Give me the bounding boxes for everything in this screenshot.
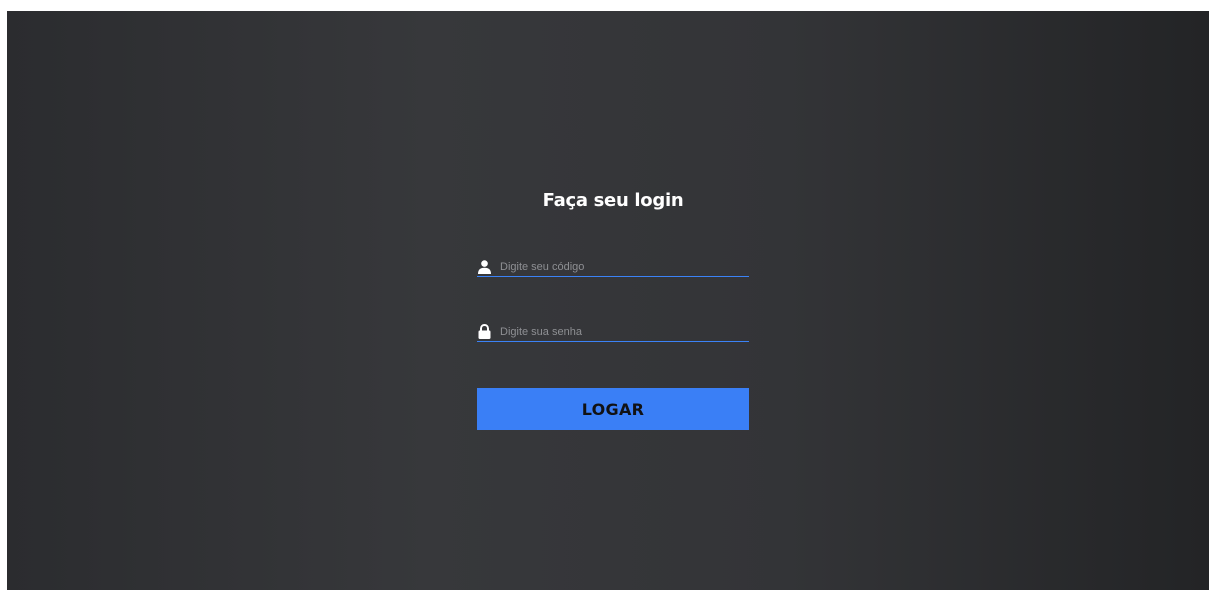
password-input[interactable] (500, 324, 749, 341)
code-field[interactable] (477, 256, 749, 277)
login-button[interactable]: LOGAR (477, 388, 749, 430)
login-page: Faça seu login LOGAR (7, 11, 1209, 590)
password-field[interactable] (477, 321, 749, 342)
page-title: Faça seu login (542, 190, 684, 211)
code-input[interactable] (500, 259, 749, 276)
lock-icon (478, 323, 492, 341)
user-icon (478, 258, 492, 276)
